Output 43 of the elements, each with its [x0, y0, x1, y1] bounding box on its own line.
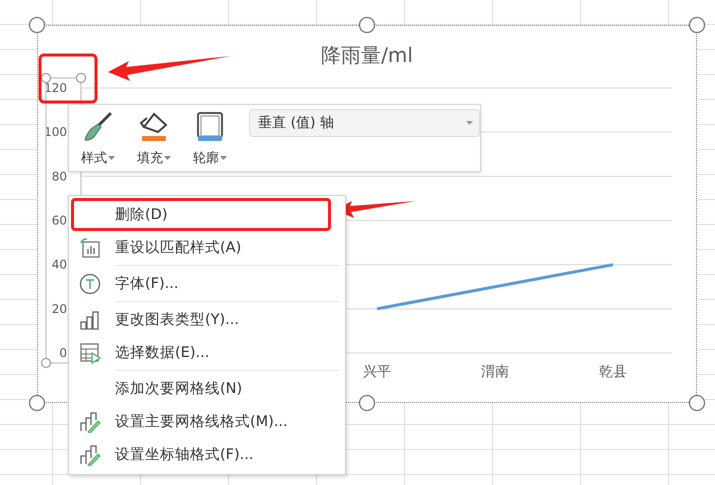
brush-icon: [82, 111, 114, 143]
menu-item[interactable]: 设置坐标轴格式(F)...: [69, 438, 345, 471]
element-dropdown[interactable]: 垂直 (值) 轴: [249, 109, 480, 137]
selection-handle[interactable]: [41, 358, 51, 368]
menu-item[interactable]: 添加次要网格线(N): [69, 372, 345, 405]
caret-icon: [466, 121, 474, 125]
axis-label: 20: [52, 302, 67, 316]
fill-button[interactable]: 填充: [129, 109, 180, 169]
resize-handle[interactable]: [358, 394, 376, 412]
menu-item[interactable]: 字体(F)...: [69, 267, 345, 300]
axis-label: 40: [52, 258, 67, 272]
resize-handle[interactable]: [358, 16, 376, 34]
selection-handle[interactable]: [76, 73, 86, 83]
style-button[interactable]: 样式: [73, 109, 124, 169]
chart-pencil-icon: [79, 410, 101, 432]
caret-icon: [108, 156, 116, 160]
resize-handle[interactable]: [688, 16, 706, 34]
chart-pencil-icon: [79, 444, 101, 466]
axis-label: 80: [52, 169, 67, 184]
caret-icon: [220, 156, 228, 160]
menu-item[interactable]: 选择数据(E)...: [69, 336, 345, 369]
menu-item[interactable]: 重设以匹配样式(A): [69, 231, 345, 264]
axis-label: 60: [52, 214, 67, 228]
menu-item[interactable]: 设置主要网格线格式(M)...: [69, 405, 345, 438]
selection-handle[interactable]: [41, 73, 51, 83]
axis-label: 0: [59, 346, 67, 360]
outline-button[interactable]: 轮廓: [185, 109, 236, 169]
menu-item[interactable]: 删除(D): [71, 198, 331, 231]
menu-item[interactable]: 更改图表类型(Y)...: [69, 303, 345, 336]
chart-title: 降雨量/ml: [321, 43, 413, 67]
axis-label: 100: [44, 125, 67, 140]
caret-icon: [164, 156, 172, 160]
resize-handle[interactable]: [28, 394, 46, 412]
bar-chart-icon: [79, 308, 101, 330]
font-icon: [79, 272, 101, 294]
resize-handle[interactable]: [28, 16, 46, 34]
axis-label: 120: [44, 81, 67, 95]
category-label: 兴平: [363, 364, 391, 380]
category-label: 渭南: [481, 364, 509, 380]
chart-refresh-icon: [79, 236, 101, 258]
category-label: 乾县: [599, 364, 627, 380]
resize-handle[interactable]: [688, 394, 706, 412]
table-icon: [79, 342, 101, 364]
